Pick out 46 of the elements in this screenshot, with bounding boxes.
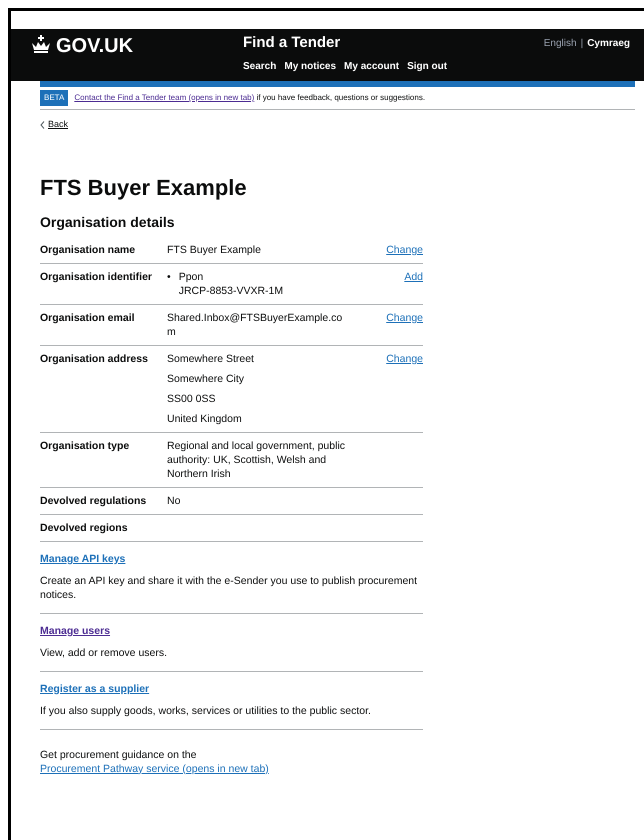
action-description: View, add or remove users.	[40, 646, 168, 660]
summary-action-link[interactable]: Add	[404, 270, 423, 298]
summary-value: Shared.Inbox@FTSBuyerExample.com	[167, 312, 342, 338]
summary-value: Regional and local government, public authority: UK, Scottish, Welsh and Northern Irish	[167, 440, 346, 480]
language-separator: |	[580, 37, 584, 51]
summary-key: Organisation address	[40, 352, 167, 426]
nav-link[interactable]: Sign out	[407, 59, 448, 74]
summary-key: Organisation type	[40, 438, 167, 481]
section-title: Organisation details	[40, 214, 176, 229]
summary-key: Organisation email	[40, 310, 167, 339]
back-link[interactable]: Back	[40, 118, 68, 132]
feedback-link[interactable]: Contact the Find a Tender team (opens in new tab)	[74, 93, 254, 102]
page-title: FTS Buyer Example	[40, 174, 248, 201]
nav-link[interactable]: My notices	[284, 59, 336, 74]
summary-action-link[interactable]: Change	[386, 310, 423, 339]
language-link[interactable]: English	[544, 36, 577, 51]
summary-action-link[interactable]: Change	[386, 352, 423, 426]
summary-key: Organisation name	[40, 242, 167, 257]
address-line: United Kingdom	[167, 412, 243, 426]
chevron-left-icon	[40, 120, 45, 129]
beta-tag: BETA	[40, 90, 68, 106]
address-line: Somewhere Street	[167, 352, 255, 366]
action-link[interactable]: Manage API keys	[40, 552, 126, 565]
language-link[interactable]: Cymraeg	[587, 36, 630, 51]
summary-action-link[interactable]: Change	[386, 242, 423, 257]
feedback-text: Contact the Find a Tender team (opens in new tab) if you have feedback, questions or suggestions.	[74, 92, 426, 104]
identifier-value: Ppon JRCP-8853-VVXR-1M	[178, 270, 284, 298]
action-link[interactable]: Register as a supplier	[40, 682, 150, 695]
action-description: If you also supply goods, works, services or utilities to the public sector.	[40, 704, 372, 718]
service-name: Find a Tender	[243, 33, 342, 53]
address-line: SS00 0SS	[167, 392, 216, 406]
summary-value: FTS Buyer Example	[167, 244, 261, 256]
summary-key: Organisation identifier	[40, 270, 167, 298]
nav-link[interactable]: Search	[243, 59, 276, 74]
nav-link[interactable]: My account	[344, 59, 400, 74]
summary-key: Devolved regions	[40, 520, 167, 535]
summary-value: No	[167, 494, 180, 507]
guidance-link[interactable]: Procurement Pathway service (opens in new tab)	[40, 762, 269, 775]
crown-icon	[30, 35, 52, 53]
govuk-logo[interactable]: GOV.UK	[56, 35, 134, 57]
list-bullet: •	[167, 270, 171, 285]
guidance-text: Get procurement guidance on the Procurement Pathway service (opens in new tab)	[40, 748, 270, 776]
action-description: Create an API key and share it with the e-Sender you use to publish procurement notices.	[40, 574, 418, 602]
address-line: Somewhere City	[167, 372, 246, 386]
action-link[interactable]: Manage users	[40, 624, 110, 637]
summary-key: Devolved regulations	[40, 494, 167, 508]
